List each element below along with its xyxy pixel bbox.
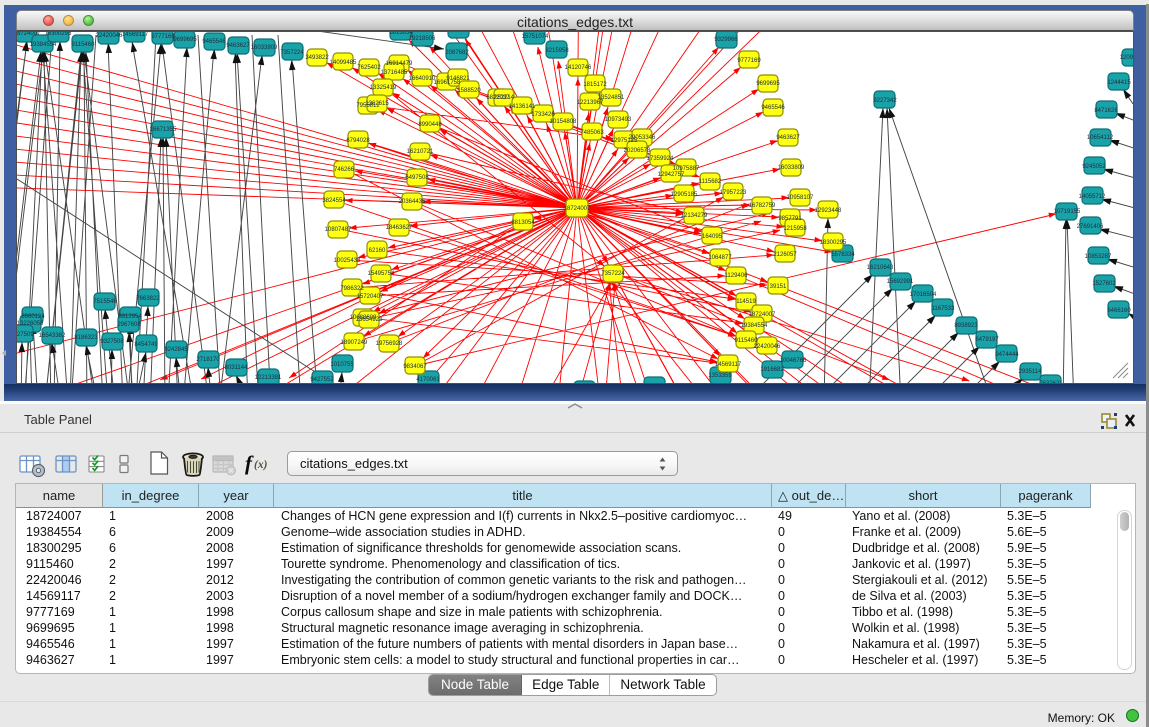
svg-text:f: f <box>245 451 254 475</box>
svg-text:(x): (x) <box>254 459 268 471</box>
